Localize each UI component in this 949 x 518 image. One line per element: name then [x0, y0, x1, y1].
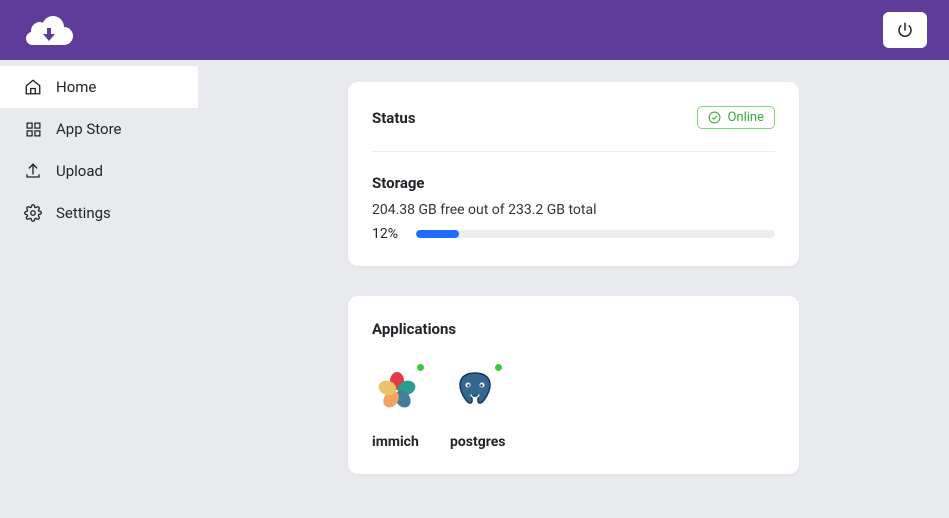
status-badge-text: Online: [727, 110, 764, 125]
sidebar-item-label: App Store: [56, 120, 121, 138]
storage-percent: 12%: [372, 226, 406, 242]
check-circle-icon: [708, 111, 721, 124]
app-immich[interactable]: immich: [372, 366, 422, 450]
status-dot: [417, 364, 424, 371]
status-title: Status: [372, 109, 416, 127]
app-name: postgres: [450, 434, 505, 450]
storage-progress: [416, 230, 775, 238]
postgres-icon: [453, 369, 497, 413]
grid-icon: [24, 120, 42, 138]
cloud-upload-logo-icon: [22, 13, 76, 47]
upload-icon: [24, 162, 42, 180]
header: [0, 0, 949, 60]
sidebar-item-label: Home: [56, 78, 96, 96]
sidebar-item-upload[interactable]: Upload: [0, 150, 198, 192]
applications-card: Applications: [348, 296, 799, 474]
sidebar-item-app-store[interactable]: App Store: [0, 108, 198, 150]
sidebar: Home App Store Upload Settings: [0, 60, 198, 518]
applications-title: Applications: [372, 320, 775, 338]
home-icon: [24, 78, 42, 96]
status-card: Status Online Storage 204.38 GB free out…: [348, 82, 799, 266]
divider: [372, 151, 775, 152]
main-content: Status Online Storage 204.38 GB free out…: [198, 60, 949, 518]
status-badge: Online: [697, 106, 775, 129]
gear-icon: [24, 204, 42, 222]
sidebar-item-home[interactable]: Home: [0, 66, 198, 108]
sidebar-item-settings[interactable]: Settings: [0, 192, 198, 234]
storage-summary: 204.38 GB free out of 233.2 GB total: [372, 202, 775, 218]
app-name: immich: [372, 434, 419, 450]
immich-icon: [375, 369, 419, 413]
power-icon: [896, 21, 914, 39]
status-dot: [495, 364, 502, 371]
sidebar-item-label: Upload: [56, 162, 103, 180]
storage-title: Storage: [372, 174, 775, 192]
power-button[interactable]: [883, 12, 927, 48]
storage-progress-fill: [416, 230, 459, 238]
logo: [22, 13, 76, 47]
app-postgres[interactable]: postgres: [450, 366, 505, 450]
sidebar-item-label: Settings: [56, 204, 111, 222]
